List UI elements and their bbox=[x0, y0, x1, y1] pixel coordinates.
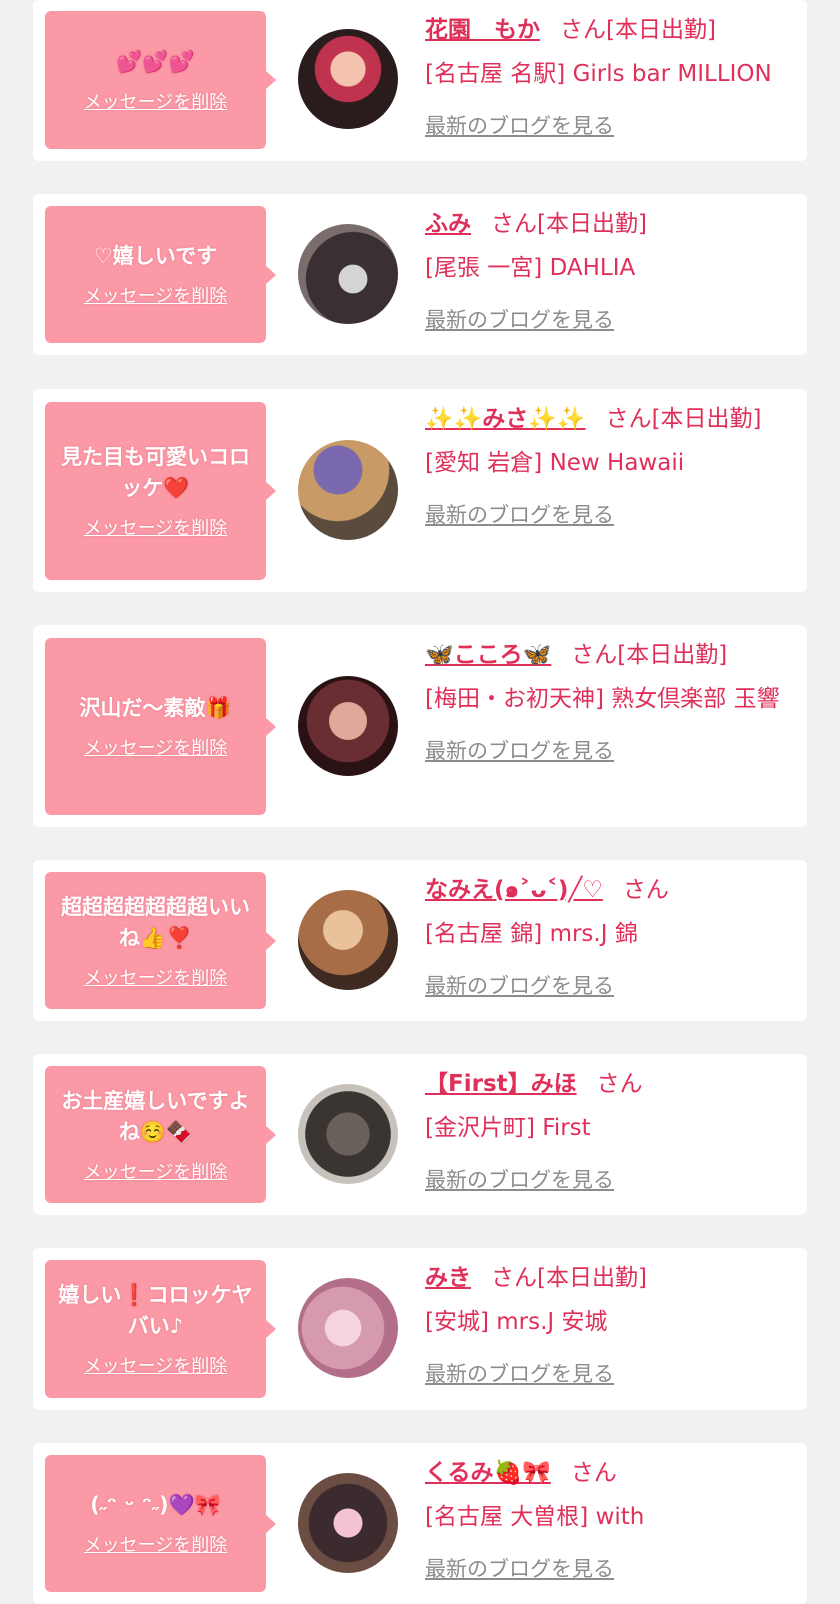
delete-message-link[interactable]: メッセージを削除 bbox=[84, 514, 228, 540]
message-text: 超超超超超超超いいね👍❣️ bbox=[61, 894, 250, 950]
cast-name-link[interactable]: 🦋こころ🦋 bbox=[425, 642, 551, 668]
message-text: 💕💕💕 bbox=[116, 49, 195, 74]
latest-blog-link[interactable]: 最新のブログを見る bbox=[425, 1358, 614, 1388]
latest-blog-link[interactable]: 最新のブログを見る bbox=[425, 304, 614, 334]
cast-info: なみえ(๑˃ᴗ˂)╱♡ さん [名古屋 錦] mrs.J 錦 最新のブログを見る bbox=[425, 870, 791, 1000]
cast-name-suffix: さん bbox=[622, 877, 669, 903]
message-text: 嬉しい❗️コロッケヤバい♪ bbox=[58, 1283, 253, 1338]
cast-name-suffix: さん bbox=[570, 1460, 617, 1486]
cast-name-link[interactable]: 花園 もか bbox=[425, 17, 540, 43]
cast-info: 【First】みほ さん [金沢片町] First 最新のブログを見る bbox=[425, 1064, 791, 1194]
cast-name-suffix: さん[本日出勤] bbox=[491, 1265, 647, 1291]
avatar[interactable] bbox=[298, 890, 398, 990]
message-text: 沢山だ〜素敵🎁 bbox=[79, 696, 232, 720]
list-item: 💕💕💕 メッセージを削除 花園 もか さん[本日出勤] [名古屋 名駅] Girl… bbox=[33, 0, 807, 161]
shop-info: [梅田・お初天神] 熟女倶楽部 玉響 bbox=[425, 686, 780, 712]
message-bubble: お土産嬉しいですよね☺️🍫 メッセージを削除 bbox=[45, 1066, 276, 1203]
message-text: ♡嬉しいです bbox=[93, 244, 218, 268]
list-item: 嬉しい❗️コロッケヤバい♪ メッセージを削除 みき さん[本日出勤] [安城] m… bbox=[33, 1248, 807, 1410]
cast-name-link[interactable]: なみえ(๑˃ᴗ˂)╱♡ bbox=[425, 877, 603, 903]
avatar[interactable] bbox=[298, 1473, 398, 1573]
cast-name-link[interactable]: 【First】みほ bbox=[425, 1071, 577, 1097]
latest-blog-link[interactable]: 最新のブログを見る bbox=[425, 735, 614, 765]
cast-name-link[interactable]: ふみ bbox=[425, 211, 471, 237]
list-item: (˶ᵔ ᵕ ᵔ˶)💜🎀 メッセージを削除 くるみ🍓🎀 さん [名古屋 大曽根] w… bbox=[33, 1443, 807, 1604]
avatar[interactable] bbox=[298, 1278, 398, 1378]
delete-message-link[interactable]: メッセージを削除 bbox=[84, 964, 228, 990]
list-item: 沢山だ〜素敵🎁 メッセージを削除 🦋こころ🦋 さん[本日出勤] [梅田・お初天神]… bbox=[33, 625, 807, 827]
message-bubble: 💕💕💕 メッセージを削除 bbox=[45, 11, 276, 149]
shop-info: [安城] mrs.J 安城 bbox=[425, 1309, 608, 1335]
cast-name-suffix: さん[本日出勤] bbox=[491, 211, 647, 237]
delete-message-link[interactable]: メッセージを削除 bbox=[84, 1352, 228, 1378]
cast-name-link[interactable]: くるみ🍓🎀 bbox=[425, 1460, 551, 1486]
list-item: 見た目も可愛いコロッケ❤️ メッセージを削除 ✨✨みさ✨✨ さん[本日出勤] [愛… bbox=[33, 389, 807, 592]
message-bubble: 見た目も可愛いコロッケ❤️ メッセージを削除 bbox=[45, 402, 276, 580]
cast-name-suffix: さん[本日出勤] bbox=[605, 406, 762, 432]
message-text: 見た目も可愛いコロッケ❤️ bbox=[61, 445, 250, 500]
cast-info: ふみ さん[本日出勤] [尾張 一宮] DAHLIA 最新のブログを見る bbox=[425, 204, 791, 334]
delete-message-link[interactable]: メッセージを削除 bbox=[84, 282, 228, 308]
delete-message-link[interactable]: メッセージを削除 bbox=[84, 88, 228, 114]
message-bubble: 沢山だ〜素敵🎁 メッセージを削除 bbox=[45, 638, 276, 815]
list-item: お土産嬉しいですよね☺️🍫 メッセージを削除 【First】みほ さん [金沢片町… bbox=[33, 1054, 807, 1215]
latest-blog-link[interactable]: 最新のブログを見る bbox=[425, 110, 614, 140]
cast-name-suffix: さん bbox=[596, 1071, 643, 1097]
delete-message-link[interactable]: メッセージを削除 bbox=[84, 1531, 228, 1557]
message-bubble: 超超超超超超超いいね👍❣️ メッセージを削除 bbox=[45, 872, 276, 1009]
message-text: お土産嬉しいですよね☺️🍫 bbox=[61, 1088, 250, 1144]
cast-info: みき さん[本日出勤] [安城] mrs.J 安城 最新のブログを見る bbox=[425, 1258, 791, 1388]
avatar[interactable] bbox=[298, 676, 398, 776]
message-bubble: (˶ᵔ ᵕ ᵔ˶)💜🎀 メッセージを削除 bbox=[45, 1455, 276, 1592]
message-text: (˶ᵔ ᵕ ᵔ˶)💜🎀 bbox=[90, 1493, 221, 1517]
shop-info: [尾張 一宮] DAHLIA bbox=[425, 255, 636, 281]
delete-message-link[interactable]: メッセージを削除 bbox=[84, 734, 228, 760]
shop-info: [愛知 岩倉] New Hawaii bbox=[425, 450, 685, 476]
latest-blog-link[interactable]: 最新のブログを見る bbox=[425, 970, 614, 1000]
cast-info: くるみ🍓🎀 さん [名古屋 大曽根] with 最新のブログを見る bbox=[425, 1453, 791, 1583]
list-item: ♡嬉しいです メッセージを削除 ふみ さん[本日出勤] [尾張 一宮] DAHLI… bbox=[33, 194, 807, 355]
cast-name-suffix: さん[本日出勤] bbox=[560, 17, 716, 43]
cast-name-link[interactable]: みき bbox=[425, 1265, 471, 1291]
avatar[interactable] bbox=[298, 440, 398, 540]
shop-info: [名古屋 名駅] Girls bar MILLION bbox=[425, 61, 772, 87]
avatar[interactable] bbox=[298, 29, 398, 129]
list-item: 超超超超超超超いいね👍❣️ メッセージを削除 なみえ(๑˃ᴗ˂)╱♡ さん [名古… bbox=[33, 860, 807, 1021]
latest-blog-link[interactable]: 最新のブログを見る bbox=[425, 499, 614, 529]
cast-info: 花園 もか さん[本日出勤] [名古屋 名駅] Girls bar MILLION… bbox=[425, 10, 791, 140]
message-bubble: 嬉しい❗️コロッケヤバい♪ メッセージを削除 bbox=[45, 1260, 276, 1398]
cast-info: ✨✨みさ✨✨ さん[本日出勤] [愛知 岩倉] New Hawaii 最新のブログ… bbox=[425, 399, 791, 529]
avatar[interactable] bbox=[298, 1084, 398, 1184]
cast-name-suffix: さん[本日出勤] bbox=[571, 642, 728, 668]
message-bubble: ♡嬉しいです メッセージを削除 bbox=[45, 206, 276, 343]
avatar[interactable] bbox=[298, 224, 398, 324]
shop-info: [名古屋 錦] mrs.J 錦 bbox=[425, 921, 638, 947]
latest-blog-link[interactable]: 最新のブログを見る bbox=[425, 1553, 614, 1583]
cast-name-link[interactable]: ✨✨みさ✨✨ bbox=[425, 406, 586, 432]
shop-info: [金沢片町] First bbox=[425, 1115, 591, 1141]
latest-blog-link[interactable]: 最新のブログを見る bbox=[425, 1164, 614, 1194]
shop-info: [名古屋 大曽根] with bbox=[425, 1504, 645, 1530]
delete-message-link[interactable]: メッセージを削除 bbox=[84, 1158, 228, 1184]
cast-info: 🦋こころ🦋 さん[本日出勤] [梅田・お初天神] 熟女倶楽部 玉響 最新のブログを… bbox=[425, 635, 791, 765]
